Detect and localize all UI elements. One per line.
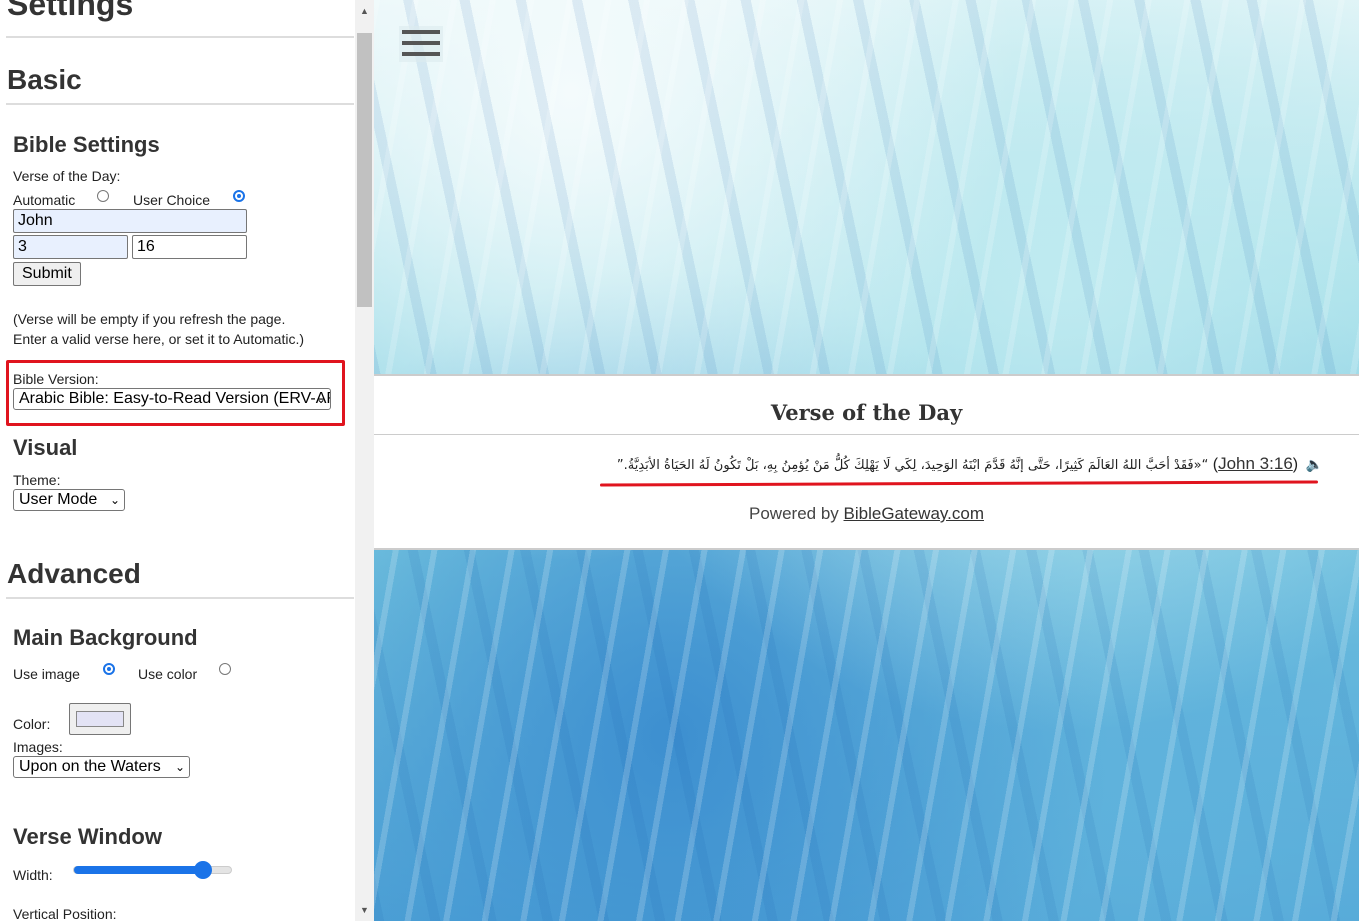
- use-image-radio[interactable]: [103, 663, 115, 675]
- note-line-1: (Verse will be empty if you refresh the …: [13, 311, 286, 327]
- theme-value: User Mode: [19, 491, 98, 508]
- submit-button[interactable]: Submit: [13, 262, 81, 286]
- chevron-down-icon: ⌄: [109, 493, 120, 507]
- theme-select[interactable]: User Mode ⌄: [13, 489, 125, 511]
- book-input[interactable]: John: [13, 209, 247, 233]
- page-title: Settings: [7, 0, 134, 22]
- verse-of-day-label: Verse of the Day:: [13, 168, 121, 184]
- automatic-label: Automatic: [13, 192, 76, 208]
- bible-settings-heading: Bible Settings: [13, 132, 160, 157]
- divider: [6, 36, 354, 38]
- note-line-2: Enter a valid verse here, or set it to A…: [13, 331, 305, 347]
- bible-version-select[interactable]: Arabic Bible: Easy-to-Read Version (ERV-…: [13, 388, 331, 410]
- scroll-up-icon[interactable]: ▲: [355, 0, 374, 22]
- use-image-label: Use image: [13, 666, 80, 682]
- use-color-radio[interactable]: [219, 663, 231, 675]
- theme-label: Theme:: [13, 472, 61, 488]
- main-area: Verse of the Day “«فَقَدْ أحَبَّ اللهُ ا…: [374, 0, 1359, 921]
- chevron-down-icon: ⌄: [174, 760, 185, 774]
- reference-close-paren: ): [1292, 456, 1299, 473]
- bible-version-value: Arabic Bible: Easy-to-Read Version (ERV-…: [19, 390, 331, 407]
- panel-scrollbar[interactable]: ▲ ▼: [355, 0, 374, 921]
- images-label: Images:: [13, 739, 63, 755]
- basic-heading: Basic: [7, 64, 82, 95]
- scrollbar-thumb[interactable]: [357, 33, 372, 307]
- bible-version-label: Bible Version:: [13, 371, 99, 387]
- powered-by: Powered by BibleGateway.com: [374, 504, 1359, 524]
- user-choice-radio[interactable]: [233, 190, 245, 202]
- divider: [6, 597, 354, 599]
- use-color-label: Use color: [138, 666, 198, 682]
- divider: [6, 103, 354, 105]
- color-label: Color:: [13, 716, 51, 732]
- highlight-underline: [599, 480, 1319, 487]
- settings-panel: Settings Basic Bible Settings Verse of t…: [0, 0, 374, 921]
- powered-by-prefix: Powered by: [749, 504, 844, 523]
- images-value: Upon on the Waters: [19, 758, 161, 775]
- verse-card: Verse of the Day “«فَقَدْ أحَبَّ اللهُ ا…: [374, 374, 1359, 550]
- chapter-input[interactable]: 3: [13, 235, 128, 259]
- automatic-radio[interactable]: [97, 190, 109, 202]
- hamburger-menu-icon[interactable]: [399, 26, 443, 62]
- main-background-heading: Main Background: [13, 625, 198, 650]
- visual-heading: Visual: [13, 435, 78, 460]
- verse-line: “«فَقَدْ أحَبَّ اللهُ العَالَمَ كَثِيرًا…: [617, 454, 1323, 474]
- biblegateway-link[interactable]: BibleGateway.com: [844, 504, 984, 523]
- speaker-icon[interactable]: 🔈: [1306, 456, 1323, 473]
- divider: [374, 434, 1359, 435]
- advanced-heading: Advanced: [7, 558, 141, 589]
- width-label: Width:: [13, 867, 53, 883]
- chevron-down-icon: ⌄: [315, 392, 326, 406]
- color-swatch: [76, 711, 124, 727]
- scroll-down-icon[interactable]: ▼: [355, 899, 374, 921]
- width-slider-fill: [74, 866, 203, 874]
- verse-window-heading: Verse Window: [13, 824, 162, 849]
- verse-text: “«فَقَدْ أحَبَّ اللهُ العَالَمَ كَثِيرًا…: [616, 458, 1209, 473]
- images-select[interactable]: Upon on the Waters ⌄: [13, 756, 190, 778]
- user-choice-label: User Choice: [133, 192, 211, 208]
- width-slider-thumb[interactable]: [194, 861, 212, 879]
- verse-card-title: Verse of the Day: [770, 400, 963, 425]
- vertical-position-label: Vertical Position:: [13, 906, 117, 921]
- color-picker[interactable]: [69, 703, 131, 735]
- width-slider[interactable]: [73, 861, 232, 879]
- verse-input[interactable]: 16: [132, 235, 247, 259]
- verse-reference-link[interactable]: John 3:16: [1218, 454, 1293, 473]
